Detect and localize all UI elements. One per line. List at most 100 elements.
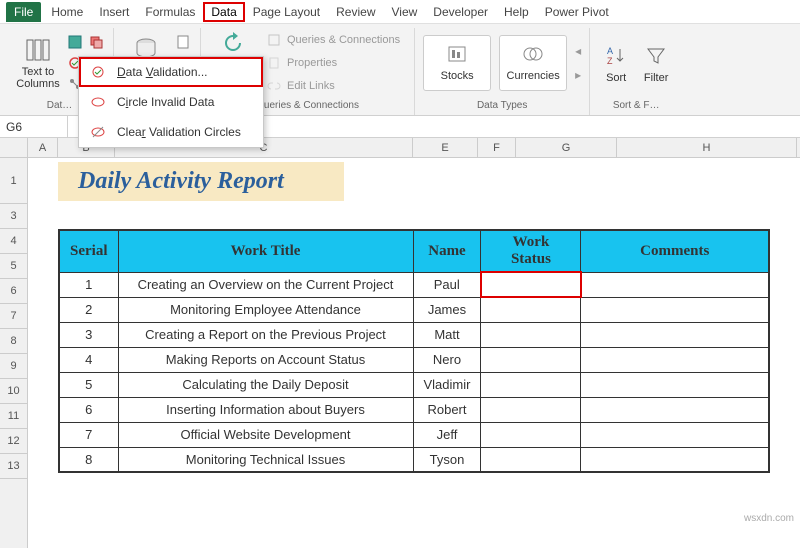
cell-comments[interactable]	[581, 447, 769, 472]
menu-review[interactable]: Review	[328, 2, 383, 22]
col-header-A[interactable]: A	[28, 138, 58, 157]
scroll-left-icon[interactable]: ◂	[575, 44, 581, 58]
row-header-11[interactable]: 11	[0, 404, 27, 429]
row-header-3[interactable]: 3	[0, 204, 27, 229]
cell-serial[interactable]: 7	[59, 422, 118, 447]
cell-status[interactable]	[481, 372, 581, 397]
remove-duplicates-button[interactable]	[87, 33, 105, 51]
cell-comments[interactable]	[581, 422, 769, 447]
cell-title[interactable]: Official Website Development	[118, 422, 413, 447]
row-header-column: 1 3 4 5 6 7 8 9 10 11 12 13	[0, 158, 28, 548]
menu-help[interactable]: Help	[496, 2, 537, 22]
cell-comments[interactable]	[581, 272, 769, 297]
cell-comments[interactable]	[581, 397, 769, 422]
th-serial[interactable]: Serial	[59, 230, 118, 272]
cell-status[interactable]	[481, 422, 581, 447]
sort-button[interactable]: AZ Sort	[598, 31, 634, 95]
cell-title[interactable]: Inserting Information about Buyers	[118, 397, 413, 422]
filter-button[interactable]: Filter	[638, 31, 674, 95]
cell-status[interactable]	[481, 297, 581, 322]
table-row: 1Creating an Overview on the Current Pro…	[59, 272, 769, 297]
svg-text:Z: Z	[607, 56, 613, 66]
cell-title[interactable]: Monitoring Employee Attendance	[118, 297, 413, 322]
col-header-E[interactable]: E	[413, 138, 478, 157]
row-header-12[interactable]: 12	[0, 429, 27, 454]
data-validation-dropdown: Data Validation... Circle Invalid Data C…	[78, 56, 264, 148]
cell-serial[interactable]: 8	[59, 447, 118, 472]
row-header-5[interactable]: 5	[0, 254, 27, 279]
cell-title[interactable]: Making Reports on Account Status	[118, 347, 413, 372]
cell-title[interactable]: Monitoring Technical Issues	[118, 447, 413, 472]
cell-comments[interactable]	[581, 297, 769, 322]
flash-fill-button[interactable]	[66, 33, 84, 51]
menu-home[interactable]: Home	[43, 2, 91, 22]
row-header-9[interactable]: 9	[0, 354, 27, 379]
cell-serial[interactable]: 1	[59, 272, 118, 297]
filter-icon	[642, 42, 670, 70]
row-header-6[interactable]: 6	[0, 279, 27, 304]
clear-circles-icon	[89, 123, 107, 141]
cell-status[interactable]	[481, 322, 581, 347]
cell-status[interactable]	[481, 347, 581, 372]
table-row: 7Official Website DevelopmentJeff	[59, 422, 769, 447]
text-to-columns-label: Text to Columns	[14, 66, 62, 90]
selected-cell-g6[interactable]	[481, 272, 581, 297]
queries-connections-button[interactable]: Queries & Connections	[261, 30, 406, 50]
row-header-8[interactable]: 8	[0, 329, 27, 354]
menu-power-pivot[interactable]: Power Pivot	[537, 2, 617, 22]
menu-insert[interactable]: Insert	[91, 2, 137, 22]
col-header-G[interactable]: G	[516, 138, 617, 157]
stocks-type-button[interactable]: Stocks	[423, 35, 491, 91]
currencies-type-button[interactable]: Currencies	[499, 35, 567, 91]
cell-serial[interactable]: 5	[59, 372, 118, 397]
from-text-button[interactable]	[174, 33, 192, 51]
name-box[interactable]: G6	[0, 116, 68, 137]
cell-comments[interactable]	[581, 372, 769, 397]
cell-serial[interactable]: 3	[59, 322, 118, 347]
row-header-10[interactable]: 10	[0, 379, 27, 404]
cell-name[interactable]: Matt	[413, 322, 481, 347]
th-work-title[interactable]: Work Title	[118, 230, 413, 272]
select-all-corner[interactable]	[0, 138, 28, 158]
menu-view[interactable]: View	[384, 2, 426, 22]
th-name[interactable]: Name	[413, 230, 481, 272]
th-comments[interactable]: Comments	[581, 230, 769, 272]
cell-name[interactable]: Paul	[413, 272, 481, 297]
cell-status[interactable]	[481, 397, 581, 422]
cell-serial[interactable]: 4	[59, 347, 118, 372]
row-header-4[interactable]: 4	[0, 229, 27, 254]
dropdown-item-data-validation[interactable]: Data Validation...	[79, 57, 263, 87]
menu-developer[interactable]: Developer	[425, 2, 496, 22]
row-header-7[interactable]: 7	[0, 304, 27, 329]
dropdown-item-circle-invalid[interactable]: Circle Invalid Data	[79, 87, 263, 117]
scroll-right-icon[interactable]: ▸	[575, 68, 581, 82]
col-header-H[interactable]: H	[617, 138, 797, 157]
cell-serial[interactable]: 6	[59, 397, 118, 422]
cell-name[interactable]: Robert	[413, 397, 481, 422]
dropdown-label-clear: Clear Validation Circles	[117, 125, 241, 139]
menu-formulas[interactable]: Formulas	[137, 2, 203, 22]
menu-data[interactable]: Data	[203, 2, 244, 22]
cell-name[interactable]: Nero	[413, 347, 481, 372]
text-to-columns-button[interactable]: Text to Columns	[14, 31, 62, 95]
cell-status[interactable]	[481, 447, 581, 472]
cell-name[interactable]: Vladimir	[413, 372, 481, 397]
cell-title[interactable]: Calculating the Daily Deposit	[118, 372, 413, 397]
dropdown-item-clear-circles[interactable]: Clear Validation Circles	[79, 117, 263, 147]
ribbon-group-label-types: Data Types	[477, 98, 527, 115]
cell-name[interactable]: Jeff	[413, 422, 481, 447]
th-status[interactable]: Work Status	[481, 230, 581, 272]
cell-serial[interactable]: 2	[59, 297, 118, 322]
cell-comments[interactable]	[581, 322, 769, 347]
cell-title[interactable]: Creating a Report on the Previous Projec…	[118, 322, 413, 347]
menu-page-layout[interactable]: Page Layout	[245, 2, 328, 22]
cell-title[interactable]: Creating an Overview on the Current Proj…	[118, 272, 413, 297]
col-header-F[interactable]: F	[478, 138, 516, 157]
cell-area[interactable]: Daily Activity Report Serial Work Title …	[28, 158, 800, 548]
row-header-13[interactable]: 13	[0, 454, 27, 479]
cell-name[interactable]: James	[413, 297, 481, 322]
menu-file[interactable]: File	[6, 2, 41, 22]
cell-name[interactable]: Tyson	[413, 447, 481, 472]
row-header-1[interactable]: 1	[0, 158, 27, 204]
cell-comments[interactable]	[581, 347, 769, 372]
